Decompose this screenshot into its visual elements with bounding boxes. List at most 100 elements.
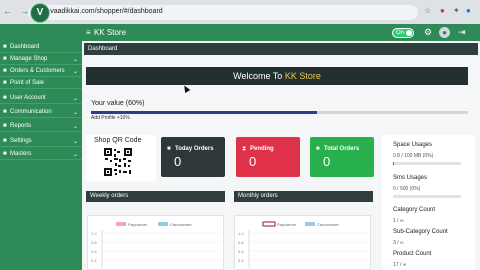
weekly-orders-chart: Payconner Carconcnter 1.0 0.8 0.6 0.4 bbox=[87, 215, 224, 270]
y-tick-label: 0.8 bbox=[238, 240, 244, 245]
store-online-toggle[interactable]: On bbox=[392, 28, 414, 38]
monthly-orders-header: Monthly orders bbox=[234, 191, 373, 202]
chevron-down-icon: ⌄ bbox=[72, 124, 78, 130]
address-url[interactable]: e-vaadikkai.com/shopper/#/dashboard bbox=[44, 8, 163, 15]
cart-icon: ■ bbox=[3, 68, 7, 74]
profile-progress-fill bbox=[91, 111, 318, 114]
y-tick-label: 0.6 bbox=[238, 249, 244, 254]
user-avatar-icon[interactable]: ● bbox=[439, 27, 450, 38]
today-orders-label: Today Orders bbox=[175, 146, 214, 152]
add-profile-link[interactable]: Add Profile +10% bbox=[91, 115, 130, 121]
sidebar-item-label: Masters bbox=[10, 151, 32, 157]
store-logo-icon[interactable]: V bbox=[30, 3, 50, 23]
pending-label: Pending bbox=[250, 146, 274, 152]
browser-toolbar: ← → ⟳ 🔒 e-vaadikkai.com/shopper/#/dashbo… bbox=[0, 0, 480, 24]
legend-label-series2: Carconcnter bbox=[170, 222, 192, 227]
sidebar-item-dashboard[interactable]: ■ Dashboard bbox=[0, 42, 82, 53]
extensions-puzzle-icon[interactable]: ✦ bbox=[453, 6, 460, 15]
chevron-down-icon: ⌄ bbox=[72, 96, 78, 102]
sidebar-item-label: User Account bbox=[10, 95, 46, 101]
subcategory-count-label: Sub-Category Count bbox=[393, 229, 448, 235]
report-icon: ■ bbox=[3, 123, 7, 129]
sidebar-item-communication[interactable]: ■ Communication ⌄ bbox=[0, 107, 82, 118]
space-usage-bar bbox=[393, 162, 461, 165]
sidebar-item-label: Communication bbox=[10, 109, 52, 115]
sidebar-item-label: Point of Sale bbox=[10, 80, 45, 86]
sidebar-item-orders-customers[interactable]: ■ Orders & Customers ⌄ bbox=[0, 66, 82, 77]
sidebar-item-label: Settings bbox=[10, 138, 32, 144]
app-header: ≡ KK Store On ⚙ ● ⇥ bbox=[0, 24, 480, 41]
pending-orders-card[interactable]: ⧗ Pending 0 bbox=[236, 137, 300, 177]
bookmark-star-icon[interactable]: ☆ bbox=[424, 6, 431, 15]
pending-value: 0 bbox=[249, 154, 257, 169]
profile-icon[interactable]: ● bbox=[466, 6, 471, 15]
sidebar-item-label: Reports bbox=[10, 123, 32, 129]
y-tick-label: 0.8 bbox=[91, 240, 97, 245]
chevron-down-icon: ⌄ bbox=[72, 69, 78, 75]
sidebar-item-user-account[interactable]: ■ User Account ⌄ bbox=[0, 93, 82, 104]
product-count-label: Product Count bbox=[393, 251, 432, 257]
sidebar-item-settings[interactable]: ■ Settings ⌄ bbox=[0, 136, 82, 147]
address-bar[interactable]: 🔒 e-vaadikkai.com/shopper/#/dashboard bbox=[28, 5, 418, 20]
sidebar-item-label: Dashboard bbox=[10, 44, 40, 50]
y-tick-label: 0.6 bbox=[91, 249, 97, 254]
sidebar-item-masters[interactable]: ■ Masters ⌄ bbox=[0, 149, 82, 160]
chevron-down-icon: ⌄ bbox=[72, 139, 78, 145]
dashboard-icon: ■ bbox=[3, 44, 7, 50]
total-orders-value: 0 bbox=[323, 154, 331, 169]
today-orders-card[interactable]: ■ Today Orders 0 bbox=[161, 137, 225, 177]
sidebar-item-reports[interactable]: ■ Reports ⌄ bbox=[0, 121, 82, 132]
extension-icon[interactable]: ● bbox=[440, 6, 445, 15]
qr-title: Shop QR Code bbox=[94, 137, 142, 144]
sidebar-item-manage-shop[interactable]: ■ Manage Shop ⌄ bbox=[0, 54, 82, 65]
bag-icon: ■ bbox=[167, 146, 171, 152]
legend-swatch-series2 bbox=[305, 222, 315, 226]
sidebar-item-point-of-sale[interactable]: ■ Point of Sale bbox=[0, 78, 82, 89]
qr-card: Shop QR Code bbox=[86, 135, 156, 181]
hamburger-menu-icon[interactable]: ≡ bbox=[86, 28, 91, 37]
subcategory-count-value: 3 / ∞ bbox=[393, 240, 404, 246]
legend-swatch-series1 bbox=[116, 222, 126, 226]
chevron-down-icon: ⌄ bbox=[72, 110, 78, 116]
chevron-down-icon: ⌄ bbox=[72, 152, 78, 158]
profile-progress-bar bbox=[91, 111, 468, 114]
pos-icon: ■ bbox=[3, 80, 7, 86]
gear-icon: ■ bbox=[3, 138, 7, 144]
legend-swatch-series1 bbox=[262, 221, 276, 227]
y-tick-label: 1.0 bbox=[91, 231, 97, 236]
chevron-down-icon: ⌄ bbox=[72, 57, 78, 63]
welcome-store-name: KK Store bbox=[284, 71, 321, 81]
shop-qr-code[interactable] bbox=[104, 148, 132, 176]
y-tick-label: 1.0 bbox=[238, 231, 244, 236]
weekly-orders-header: Weekly orders bbox=[86, 191, 225, 202]
total-orders-card[interactable]: ■ Total Orders 0 bbox=[310, 137, 374, 177]
settings-gear-icon[interactable]: ⚙ bbox=[424, 27, 432, 38]
profile-value-label: Your value (60%) bbox=[91, 100, 145, 107]
y-tick-label: 0.4 bbox=[238, 258, 244, 263]
sidebar: ■ Dashboard ■ Manage Shop ⌄ ■ Orders & C… bbox=[0, 41, 82, 270]
sms-usage-label: Sms Usages bbox=[393, 175, 428, 181]
header-store-name: KK Store bbox=[94, 28, 127, 37]
welcome-banner: Welcome To KK Store bbox=[86, 67, 468, 85]
usage-card: Space Usages 0.8 / 100 MB (0%) Sms Usage… bbox=[382, 135, 475, 270]
bag-icon: ■ bbox=[316, 146, 320, 152]
sidebar-item-label: Manage Shop bbox=[10, 56, 48, 62]
user-icon: ■ bbox=[3, 95, 7, 101]
logout-icon[interactable]: ⇥ bbox=[458, 27, 466, 38]
legend-label-series1: Payconner bbox=[128, 222, 148, 227]
main-content: Dashboard Welcome To KK Store Your value… bbox=[82, 41, 480, 270]
sidebar-item-label: Orders & Customers bbox=[10, 68, 65, 74]
hourglass-icon: ⧗ bbox=[242, 146, 247, 152]
total-orders-label: Total Orders bbox=[324, 146, 360, 152]
sms-usage-value: 0 / 500 (0%) bbox=[393, 186, 421, 192]
sms-usage-bar bbox=[393, 195, 461, 198]
shop-icon: ■ bbox=[3, 56, 7, 62]
y-tick-label: 0.4 bbox=[91, 258, 97, 263]
legend-swatch-series2 bbox=[158, 222, 168, 226]
legend-label-series1: Payconner bbox=[277, 222, 297, 227]
space-usage-value: 0.8 / 100 MB (0%) bbox=[393, 153, 434, 159]
weekly-chart-svg: Payconner Carconcnter 1.0 0.8 0.6 0.4 bbox=[91, 222, 222, 268]
today-orders-value: 0 bbox=[174, 154, 182, 169]
toggle-knob bbox=[406, 30, 412, 36]
space-usage-label: Space Usages bbox=[393, 142, 433, 148]
